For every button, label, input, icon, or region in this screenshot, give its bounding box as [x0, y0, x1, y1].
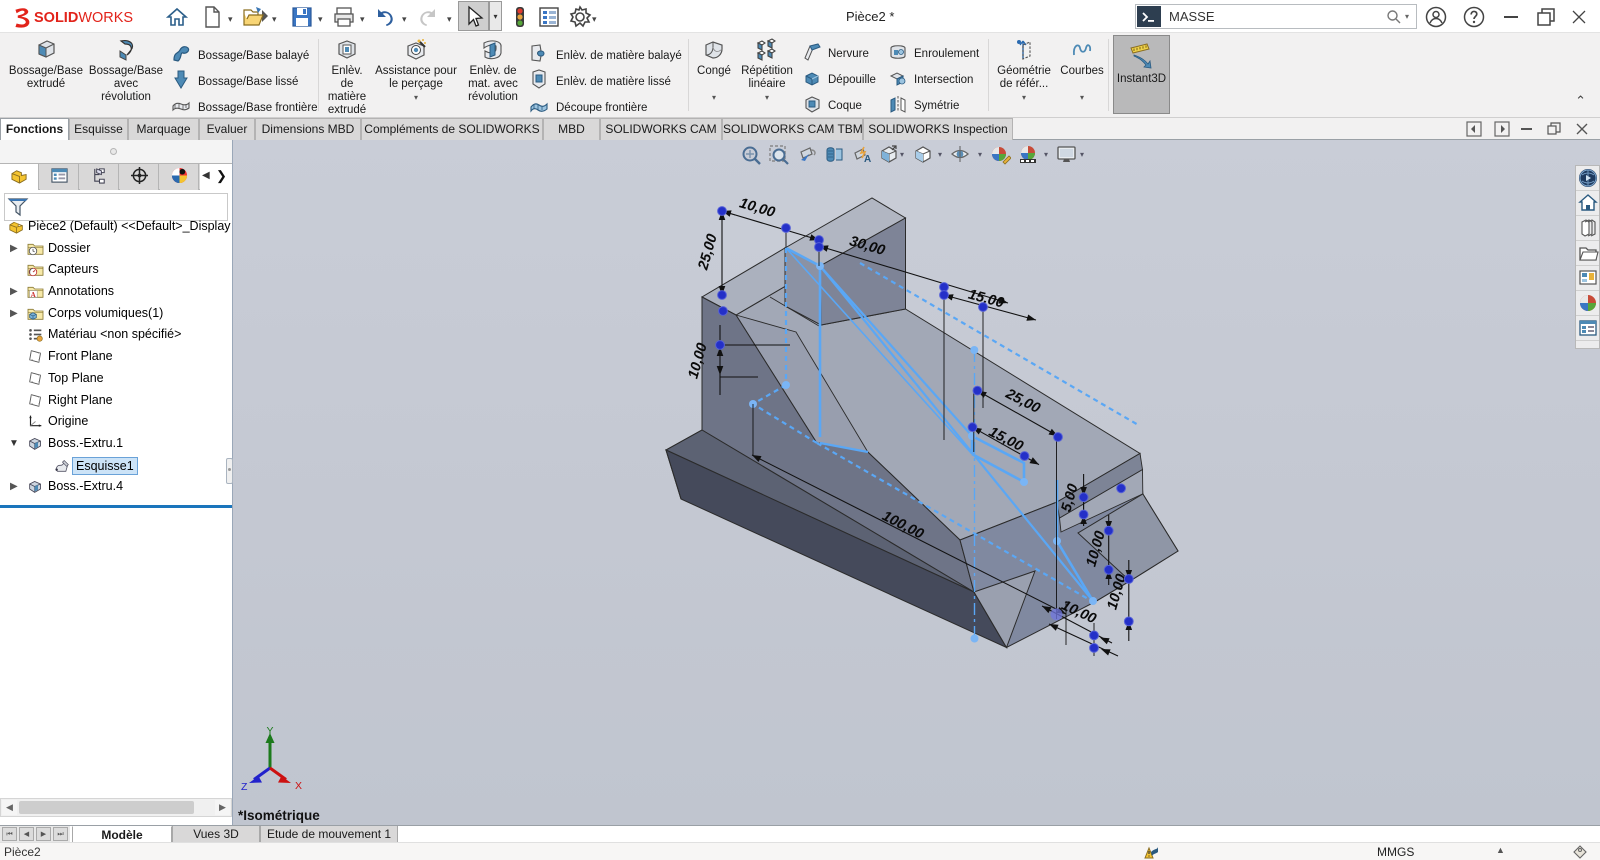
svg-text:SOLIDWORKS: SOLIDWORKS — [34, 10, 133, 26]
svg-text:25,00: 25,00 — [695, 232, 721, 272]
svg-text:Y: Y — [267, 726, 274, 737]
svg-text:A: A — [864, 154, 871, 165]
svg-text:A: A — [31, 291, 37, 299]
svg-text:X: X — [295, 780, 302, 792]
svg-text:Z: Z — [241, 781, 248, 792]
